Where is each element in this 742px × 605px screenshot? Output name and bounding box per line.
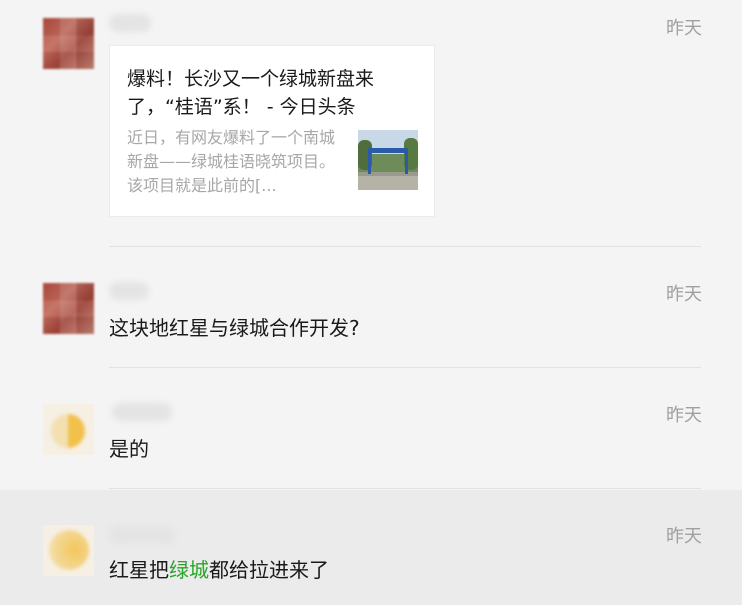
avatar[interactable] (43, 525, 94, 576)
username-blurred[interactable] (109, 282, 149, 300)
timestamp: 昨天 (666, 526, 702, 547)
username-blurred[interactable] (112, 403, 172, 421)
comment-text: 这块地红星与绿城合作开发? (109, 316, 360, 340)
comment-text-part: 都给拉进来了 (209, 558, 329, 582)
comment-text-part: 红星把 (109, 558, 169, 582)
username-blurred[interactable] (109, 14, 151, 32)
sun-icon (51, 414, 85, 448)
avatar[interactable] (43, 18, 94, 69)
comment-text: 红星把绿城都给拉进来了 (109, 554, 329, 583)
shared-link-card[interactable]: 爆料！长沙又一个绿城新盘来了，“桂语”系！ - 今日头条 近日，有网友爆料了一个… (109, 45, 435, 217)
divider (109, 246, 701, 247)
selected-row-highlight (0, 490, 742, 605)
green-link-text[interactable]: 绿城 (169, 558, 209, 582)
avatar[interactable] (43, 404, 94, 455)
timestamp: 昨天 (666, 284, 702, 305)
timestamp: 昨天 (666, 405, 702, 426)
avatar[interactable] (43, 283, 94, 334)
divider (109, 488, 701, 489)
link-description: 近日，有网友爆料了一个南城新盘——绿城桂语晓筑项目。该项目就是此前的[... (127, 128, 336, 195)
divider (109, 367, 701, 368)
link-title: 爆料！长沙又一个绿城新盘来了，“桂语”系！ - 今日头条 (127, 68, 375, 118)
username-blurred[interactable] (109, 526, 175, 544)
gate-photo-thumbnail (358, 130, 418, 190)
comment-text: 是的 (109, 437, 149, 461)
sun-icon (49, 530, 89, 570)
timestamp: 昨天 (666, 18, 702, 39)
